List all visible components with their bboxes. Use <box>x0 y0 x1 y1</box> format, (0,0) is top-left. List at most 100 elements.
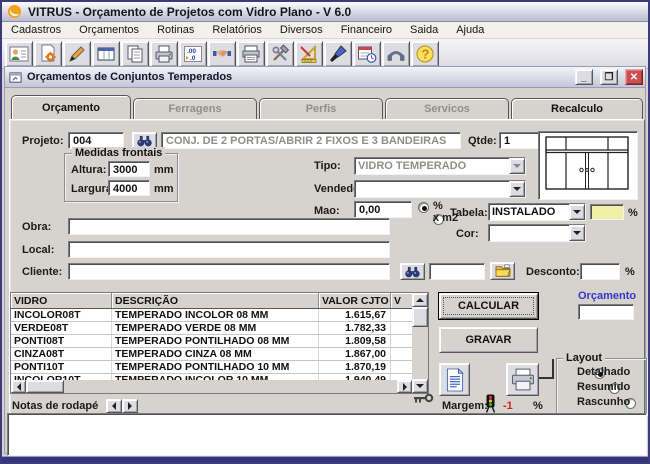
tipo-combobox[interactable]: VIDRO TEMPERADO <box>354 157 526 175</box>
menu-rotinas[interactable]: Rotinas <box>148 23 203 38</box>
table-row[interactable]: INCOLOR08T TEMPERADO INCOLOR 08 MM 1.615… <box>11 309 428 322</box>
largura-input[interactable]: 4000 <box>108 180 150 196</box>
toolbar: .00.0 ? <box>2 39 648 69</box>
calcular-button-frame: CALCULAR <box>438 292 539 320</box>
tools-button[interactable] <box>266 40 294 67</box>
orcamento-label: Orçamento <box>578 290 637 302</box>
tab-perfis[interactable]: Perfis <box>259 98 383 119</box>
scroll-left-button[interactable] <box>11 380 26 393</box>
menu-diversos[interactable]: Diversos <box>271 23 332 38</box>
grid-vscrollbar <box>412 293 428 393</box>
local-input[interactable] <box>68 241 390 258</box>
print-button-toolbar[interactable] <box>150 40 178 67</box>
cell-descricao: TEMPERADO CINZA 08 MM <box>112 348 319 360</box>
report-button[interactable] <box>439 363 470 396</box>
table-row[interactable]: VERDE08T TEMPERADO VERDE 08 MM 1.782,33 <box>11 322 428 335</box>
tab-orcamento[interactable]: Orçamento <box>11 95 131 119</box>
paintbrush-icon <box>328 44 348 64</box>
altura-input[interactable]: 3000 <box>108 161 150 177</box>
cell-descricao: TEMPERADO VERDE 08 MM <box>112 322 319 334</box>
chevron-down-icon <box>513 164 521 168</box>
tab-servicos[interactable]: Servicos <box>385 98 509 119</box>
vscroll-thumb[interactable] <box>412 307 428 327</box>
tabela-dropdown-button[interactable] <box>569 204 585 220</box>
cor-combobox[interactable] <box>488 224 586 242</box>
cliente-input[interactable] <box>68 263 390 280</box>
print-setup-button[interactable] <box>237 40 265 67</box>
mao-input[interactable]: 0,00 <box>354 201 412 218</box>
obra-input[interactable] <box>68 218 390 235</box>
print-orcamento-button[interactable] <box>506 363 539 396</box>
margem-value: -1 <box>503 400 513 412</box>
folder-icon <box>494 264 512 278</box>
menu-saida[interactable]: Saida <box>401 23 447 38</box>
tipo-value: VIDRO TEMPERADO <box>358 160 467 172</box>
calcular-button[interactable]: CALCULAR <box>439 293 538 319</box>
scroll-up-button[interactable] <box>412 293 428 307</box>
layout-rascunho-label: Rascunho <box>577 396 631 408</box>
cor-label: Cor: <box>456 228 479 240</box>
grid-rows: INCOLOR08T TEMPERADO INCOLOR 08 MM 1.615… <box>11 309 428 381</box>
paint-button[interactable] <box>324 40 352 67</box>
percent-radio[interactable] <box>418 202 429 213</box>
vendedor-dropdown-button[interactable] <box>509 181 525 197</box>
notas-next-button[interactable] <box>122 399 138 413</box>
calendar-clock-icon <box>357 44 377 64</box>
restore-button[interactable]: ❐ <box>600 69 618 85</box>
tab-recalculo[interactable]: Recalculo <box>511 98 643 119</box>
minimize-button[interactable]: _ <box>575 69 593 85</box>
close-button[interactable]: ✕ <box>625 69 643 85</box>
table-row[interactable]: PONTI10T TEMPERADO PONTILHADO 10 MM 1.87… <box>11 361 428 374</box>
tipo-dropdown-button[interactable] <box>509 158 525 174</box>
arrow-left-icon <box>112 402 116 410</box>
hscroll-thumb[interactable] <box>26 380 64 393</box>
gravar-button-label: GRAVAR <box>465 334 512 346</box>
vendedor-combobox[interactable] <box>354 180 526 198</box>
menu-financeiro[interactable]: Financeiro <box>332 23 401 38</box>
application-window: VITRUS - Orçamento de Projetos com Vidro… <box>0 0 650 464</box>
notas-prev-button[interactable] <box>106 399 122 413</box>
scroll-down-button[interactable] <box>412 379 428 393</box>
title-bar[interactable]: VITRUS - Orçamento de Projetos com Vidro… <box>2 2 648 22</box>
measure-button[interactable] <box>295 40 323 67</box>
cor-dropdown-button[interactable] <box>569 225 585 241</box>
menu-orcamentos[interactable]: Orçamentos <box>70 23 148 38</box>
tabela-combobox[interactable]: INSTALADO <box>488 203 586 221</box>
gravar-button[interactable]: GRAVAR <box>439 327 538 353</box>
table-row[interactable]: CINZA08T TEMPERADO CINZA 08 MM 1.867,00 <box>11 348 428 361</box>
printer-icon <box>154 44 174 64</box>
user-card-icon <box>9 44 29 64</box>
browse-window-button[interactable] <box>92 40 120 67</box>
deal-button[interactable] <box>208 40 236 67</box>
help-button[interactable]: ? <box>411 40 439 67</box>
menu-ajuda[interactable]: Ajuda <box>447 23 493 38</box>
clients-button[interactable] <box>5 40 33 67</box>
table-row[interactable]: PONTI08T TEMPERADO PONTILHADO 08 MM 1.80… <box>11 335 428 348</box>
cliente-code-input[interactable] <box>429 263 485 280</box>
tabela-percent-input[interactable] <box>590 204 624 220</box>
qtde-input[interactable]: 1 <box>499 132 543 149</box>
schedule-button[interactable] <box>353 40 381 67</box>
child-title-bar[interactable]: Orçamentos de Conjuntos Temperados _ ❐ ✕ <box>5 67 645 88</box>
search-cliente-button[interactable] <box>400 263 425 280</box>
menu-relatorios[interactable]: Relatórios <box>203 23 271 38</box>
binoculars-icon <box>404 266 421 278</box>
desconto-input[interactable] <box>580 263 620 280</box>
projeto-descricao-input[interactable]: CONJ. DE 2 PORTAS/ABRIR 2 FIXOS E 3 BAND… <box>161 132 461 149</box>
copy-button[interactable] <box>121 40 149 67</box>
open-folder-button[interactable] <box>490 262 515 280</box>
menu-cadastros[interactable]: Cadastros <box>2 23 70 38</box>
tabela-value: INSTALADO <box>492 206 556 218</box>
notas-rodape-label: Notas de rodapé <box>12 400 99 412</box>
phone-button[interactable] <box>382 40 410 67</box>
notas-textarea[interactable] <box>7 413 647 456</box>
scroll-right-button[interactable] <box>397 380 412 393</box>
decimal-format-button[interactable]: .00.0 <box>179 40 207 67</box>
edit-button[interactable] <box>63 40 91 67</box>
grid-header-row: VIDRO DESCRIÇÃO VALOR CJTO V <box>11 293 428 309</box>
project-settings-button[interactable] <box>34 40 62 67</box>
cell-valor: 1.809,58 <box>319 335 391 347</box>
layout-detalhado-label: Detalhado <box>577 366 631 378</box>
orcamento-input[interactable] <box>578 304 634 320</box>
tab-ferragens[interactable]: Ferragens <box>133 98 257 119</box>
